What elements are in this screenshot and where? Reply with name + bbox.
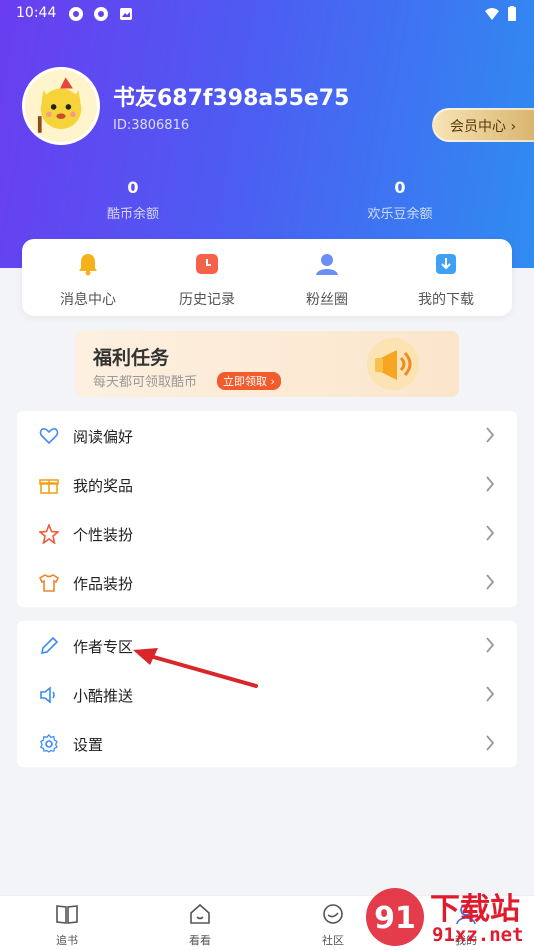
profile-header: 10:44 书友687f398a55e75 ID:3806816 会员中心 › … — [0, 0, 534, 268]
speaker-icon — [40, 686, 55, 704]
wifi-icon — [485, 8, 499, 20]
app-notification-icon — [94, 7, 108, 21]
quick-item-messages[interactable]: 消息中心 — [27, 251, 149, 309]
gear-icon — [39, 734, 58, 753]
welfare-task-banner[interactable]: 福利任务 每天都可领取酷币 立即领取 › — [75, 331, 459, 397]
coin-balance[interactable]: 0 酷币余额 — [63, 178, 203, 222]
menu-group-preferences: 阅读偏好 我的奖品 个性装扮 作品装扮 — [17, 411, 517, 607]
book-icon — [56, 905, 78, 924]
vip-center-label: 会员中心 — [450, 119, 506, 135]
quick-item-label: 粉丝圈 — [306, 292, 348, 308]
menu-item-xiaoku-push[interactable]: 小酷推送 — [17, 670, 517, 719]
menu-item-author-zone[interactable]: 作者专区 — [17, 621, 517, 670]
quick-item-label: 历史记录 — [179, 292, 235, 308]
site-watermark: 91 下载站 91xz.net — [362, 884, 534, 950]
tab-community[interactable]: 社区 — [293, 902, 373, 948]
download-icon — [436, 254, 456, 274]
menu-item-label: 小酷推送 — [73, 687, 134, 705]
menu-item-work-decoration[interactable]: 作品装扮 — [17, 558, 517, 607]
bean-balance-value: 0 — [394, 178, 406, 197]
gift-icon — [39, 479, 59, 494]
tab-label: 社区 — [322, 934, 344, 947]
bean-balance[interactable]: 0 欢乐豆余额 — [330, 178, 470, 222]
avatar-character-icon — [37, 77, 82, 133]
chevron-right-icon: › — [510, 119, 517, 135]
menu-group-other: 作者专区 小酷推送 设置 — [17, 621, 517, 767]
menu-item-personal-decoration[interactable]: 个性装扮 — [17, 509, 517, 558]
banner-subtitle: 每天都可领取酷币 — [93, 375, 198, 390]
claim-now-button[interactable]: 立即领取 › — [217, 372, 281, 390]
tab-explore[interactable]: 看看 — [160, 902, 240, 948]
chevron-right-icon — [486, 574, 495, 590]
chevron-right-icon — [486, 427, 495, 443]
fans-icon — [316, 254, 338, 275]
username: 书友687f398a55e75 — [113, 86, 350, 111]
quick-item-history[interactable]: 历史记录 — [146, 251, 268, 309]
watermark-logo: 91 — [366, 888, 424, 946]
chevron-right-icon — [486, 637, 495, 653]
status-time: 10:44 — [16, 5, 57, 21]
coin-balance-label: 酷币余额 — [106, 207, 159, 222]
menu-item-settings[interactable]: 设置 — [17, 719, 517, 768]
chevron-right-icon — [486, 476, 495, 492]
tab-label: 追书 — [56, 934, 78, 947]
status-bar: 10:44 — [0, 0, 534, 28]
menu-item-label: 阅读偏好 — [73, 428, 134, 446]
user-id: ID:3806816 — [113, 118, 190, 133]
bean-balance-label: 欢乐豆余额 — [367, 207, 433, 222]
claim-now-label: 立即领取 — [223, 375, 267, 388]
tab-label: 看看 — [189, 934, 211, 947]
pen-icon — [40, 636, 59, 655]
quick-item-label: 我的下载 — [418, 292, 474, 308]
battery-icon — [508, 6, 516, 21]
megaphone-icon — [367, 338, 419, 390]
chevron-right-icon — [486, 735, 495, 751]
community-icon — [323, 904, 343, 924]
watermark-logo-text: 91 — [374, 901, 416, 936]
watermark-url: 91xz.net — [432, 924, 524, 946]
menu-item-label: 作者专区 — [73, 638, 134, 656]
quick-item-label: 消息中心 — [60, 292, 116, 308]
menu-item-label: 个性装扮 — [73, 526, 134, 544]
star-icon — [39, 524, 59, 544]
menu-item-label: 我的奖品 — [73, 477, 134, 495]
image-notification-icon — [120, 8, 132, 20]
menu-item-label: 设置 — [73, 736, 104, 754]
chevron-right-icon — [486, 686, 495, 702]
home-icon — [190, 903, 210, 924]
avatar[interactable] — [22, 67, 100, 145]
history-icon — [196, 254, 218, 274]
chevron-right-icon — [486, 525, 495, 541]
menu-item-reading-preference[interactable]: 阅读偏好 — [17, 411, 517, 460]
bell-icon — [79, 254, 97, 276]
quick-item-downloads[interactable]: 我的下载 — [385, 251, 507, 309]
menu-item-label: 作品装扮 — [73, 575, 134, 593]
coin-balance-value: 0 — [127, 178, 139, 197]
quick-actions: 消息中心 历史记录 粉丝圈 我的下载 — [22, 239, 512, 316]
quick-item-fans[interactable]: 粉丝圈 — [266, 251, 388, 309]
heart-icon — [39, 428, 59, 445]
watermark-title: 下载站 — [430, 892, 520, 927]
shirt-icon — [39, 574, 59, 592]
menu-item-my-prizes[interactable]: 我的奖品 — [17, 460, 517, 509]
app-notification-icon — [69, 7, 83, 21]
tab-bookshelf[interactable]: 追书 — [27, 902, 107, 948]
vip-center-button[interactable]: 会员中心 › — [432, 108, 534, 142]
banner-title: 福利任务 — [93, 347, 170, 369]
